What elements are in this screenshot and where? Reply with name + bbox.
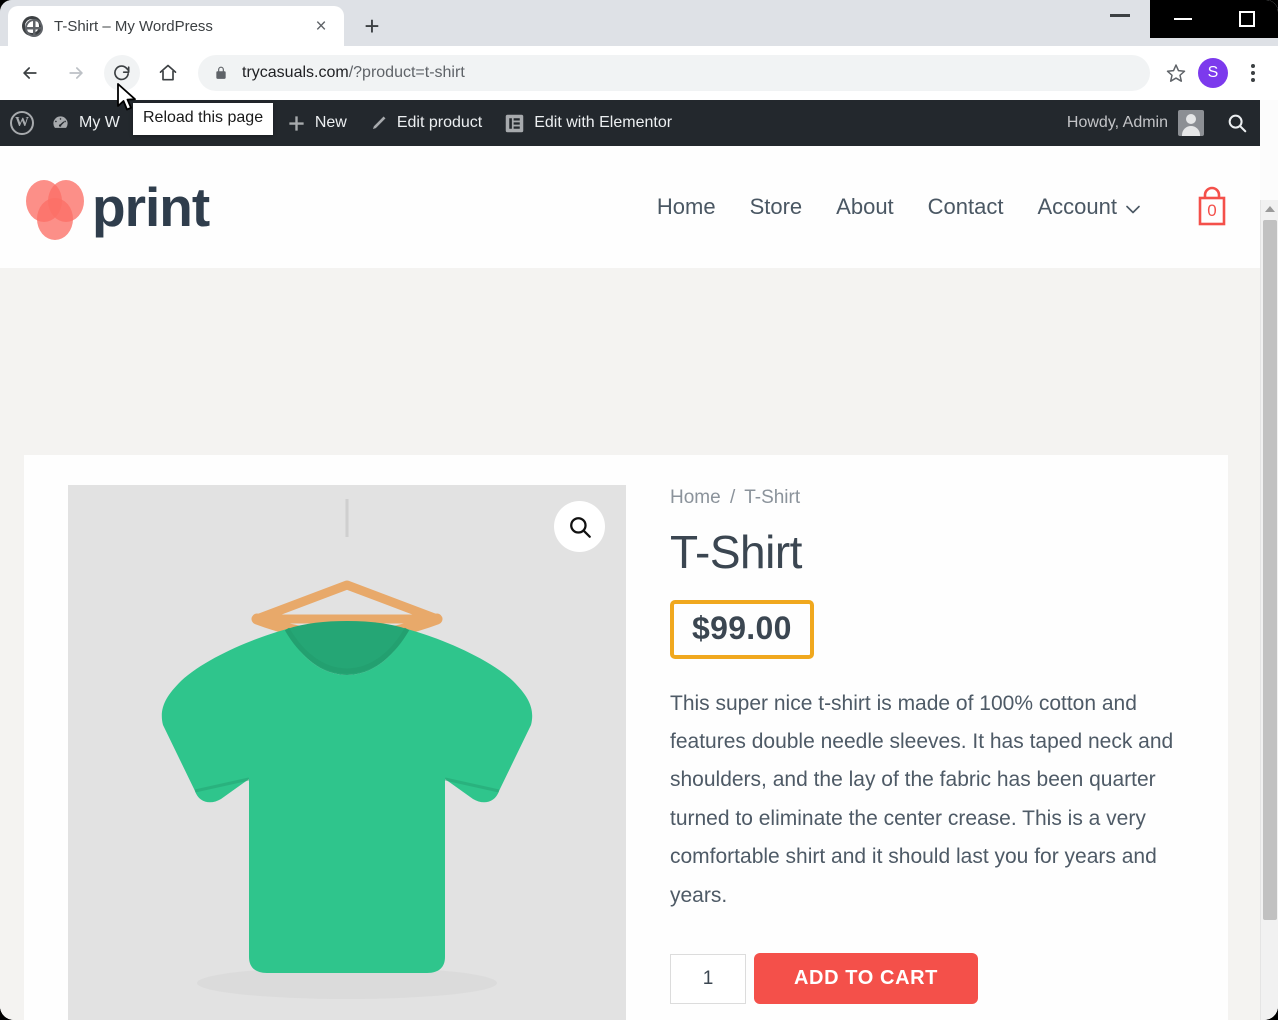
breadcrumb-separator: /	[729, 487, 736, 508]
minimize-icon[interactable]	[1173, 18, 1192, 20]
quantity-input[interactable]	[670, 953, 746, 1004]
dashboard-icon	[51, 114, 70, 133]
profile-avatar[interactable]: S	[1198, 58, 1228, 88]
product-gallery	[68, 485, 626, 1020]
url-path: /?product=t-shirt	[348, 64, 465, 81]
nav-label: Account	[1037, 194, 1118, 219]
admin-edit-product[interactable]: Edit product	[358, 100, 493, 146]
site-header: print Home Store About Contact Account 0	[0, 146, 1260, 268]
price-highlight-box: $99.00	[670, 599, 814, 659]
page-viewport: W My W ustomize 0 New	[0, 100, 1278, 1020]
scroll-up-arrow-icon[interactable]	[1261, 200, 1278, 218]
restore-icon[interactable]	[1238, 11, 1255, 27]
hanger-hook	[345, 499, 349, 537]
scrollbar-thumb[interactable]	[1263, 220, 1277, 920]
purchase-row: ADD TO CART	[670, 953, 1194, 1005]
wordpress-logo-icon: W	[10, 111, 34, 135]
nav-label: Store	[749, 194, 803, 219]
reload-tooltip: Reload this page	[133, 103, 274, 135]
plus-icon	[287, 114, 306, 133]
star-icon[interactable]	[1158, 55, 1194, 91]
os-window-controls	[1150, 0, 1278, 38]
site-logo-text: print	[92, 175, 210, 238]
address-bar[interactable]: trycasuals.com/?product=t-shirt	[198, 55, 1150, 91]
nav-label: About	[836, 194, 894, 219]
close-icon[interactable]: ×	[308, 13, 334, 39]
back-button[interactable]	[12, 55, 48, 91]
wordpress-logo-menu[interactable]: W	[0, 100, 40, 146]
clover-logo-icon	[26, 176, 88, 240]
site-navigation: Home Store About Contact Account 0	[657, 184, 1260, 230]
page-body: Home / T-Shirt T-Shirt $99.00 This super…	[0, 268, 1260, 1020]
breadcrumb: Home / T-Shirt	[670, 487, 1194, 509]
url-text: trycasuals.com/?product=t-shirt	[242, 64, 465, 82]
browser-toolbar: trycasuals.com/?product=t-shirt S	[0, 46, 1278, 100]
kebab-menu-icon[interactable]	[1236, 55, 1270, 91]
product-image[interactable]	[68, 485, 626, 1020]
admin-site-name-label: My W	[79, 114, 120, 131]
add-to-cart-button[interactable]: ADD TO CART	[754, 953, 979, 1005]
admin-edit-product-label: Edit product	[396, 114, 483, 131]
cart-button[interactable]: 0	[1190, 184, 1234, 230]
admin-howdy-label: Howdy, Admin	[1066, 114, 1168, 131]
nav-label: Contact	[927, 194, 1004, 219]
product-price: $99.00	[692, 609, 792, 646]
admin-edit-elementor[interactable]: Edit with Elementor	[493, 100, 683, 146]
pencil-icon	[369, 114, 388, 133]
vertical-scrollbar[interactable]	[1260, 200, 1278, 1020]
breadcrumb-home[interactable]: Home	[670, 487, 721, 508]
lock-icon	[214, 65, 228, 81]
cart-count: 0	[1207, 201, 1217, 220]
nav-label: Home	[656, 194, 716, 219]
admin-edit-elementor-label: Edit with Elementor	[534, 114, 673, 131]
avatar	[1178, 110, 1204, 136]
tshirt-illustration	[161, 580, 533, 999]
breadcrumb-current: T-Shirt	[744, 487, 801, 508]
new-tab-button[interactable]: +	[356, 10, 388, 42]
forward-button[interactable]	[58, 55, 94, 91]
nav-item-about[interactable]: About	[836, 194, 894, 220]
admin-new-label: New	[314, 114, 347, 131]
url-domain: trycasuals.com	[242, 64, 349, 81]
tab-title: T-Shirt – My WordPress	[54, 17, 213, 35]
tab-strip: T-Shirt – My WordPress × +	[0, 0, 1278, 46]
site-logo[interactable]: print	[26, 175, 210, 240]
magnifier-icon[interactable]	[554, 501, 605, 552]
admin-search-icon[interactable]	[1214, 112, 1260, 134]
nav-item-store[interactable]: Store	[750, 194, 803, 220]
globe-icon	[22, 16, 43, 37]
nav-item-home[interactable]: Home	[657, 194, 716, 220]
browser-tab[interactable]: T-Shirt – My WordPress ×	[8, 6, 344, 46]
browser-window: T-Shirt – My WordPress × + trycasuals.co…	[0, 0, 1278, 1020]
chevron-down-icon	[1126, 194, 1140, 220]
product-description: This super nice t-shirt is made of 100% …	[670, 691, 1174, 907]
admin-new[interactable]: New	[276, 100, 358, 146]
nav-item-account[interactable]: Account	[1038, 194, 1141, 220]
chrome-minimize-button[interactable]	[1110, 14, 1130, 17]
product-card: Home / T-Shirt T-Shirt $99.00 This super…	[24, 455, 1228, 1020]
page-title: T-Shirt	[670, 526, 802, 578]
elementor-icon	[504, 113, 525, 134]
admin-howdy[interactable]: Howdy, Admin	[1067, 110, 1214, 136]
home-button[interactable]	[150, 55, 186, 91]
mouse-cursor	[116, 82, 138, 119]
product-details: Home / T-Shirt T-Shirt $99.00 This super…	[626, 485, 1194, 1020]
nav-item-contact[interactable]: Contact	[928, 194, 1004, 220]
